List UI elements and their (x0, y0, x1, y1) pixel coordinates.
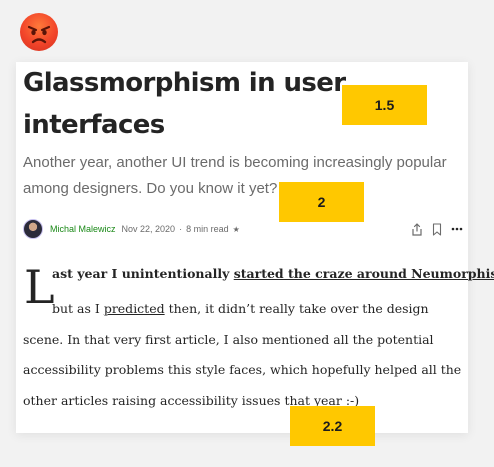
angry-face-icon (20, 13, 58, 51)
first-line-text: ast year I unintentionally (52, 266, 234, 281)
annotation-badge: 1.5 (342, 85, 427, 125)
article-title: Glassmorphism in user interfaces (23, 68, 346, 140)
read-time: 8 min read (186, 224, 229, 234)
annotation-badge: 2 (279, 182, 364, 222)
share-icon[interactable] (411, 222, 423, 236)
author-avatar[interactable] (23, 219, 43, 239)
meta-separator: · (179, 224, 183, 234)
member-star-icon: ★ (232, 224, 240, 234)
article-actions (411, 222, 463, 236)
neumorphism-link[interactable]: started the craze around Neumorphism (234, 266, 494, 281)
bookmark-icon[interactable] (432, 222, 442, 236)
author-link[interactable]: Michal Malewicz (50, 224, 116, 234)
annotation-badge: 2.2 (290, 406, 375, 446)
para-text-start: but as I (52, 301, 104, 316)
more-icon[interactable] (451, 227, 463, 231)
article-subtitle: Another year, another UI trend is becomi… (23, 154, 447, 197)
article-meta: Michal Malewicz Nov 22, 2020 · 8 min rea… (23, 219, 463, 239)
article-paragraph: but as I predicted then, it didn’t reall… (23, 294, 463, 416)
publish-date: Nov 22, 2020 (121, 224, 176, 234)
para-text-rest: then, it didn’t really take over the des… (23, 301, 462, 408)
first-line: ast year I unintentionally started the c… (52, 266, 494, 281)
predicted-link[interactable]: predicted (104, 301, 165, 316)
